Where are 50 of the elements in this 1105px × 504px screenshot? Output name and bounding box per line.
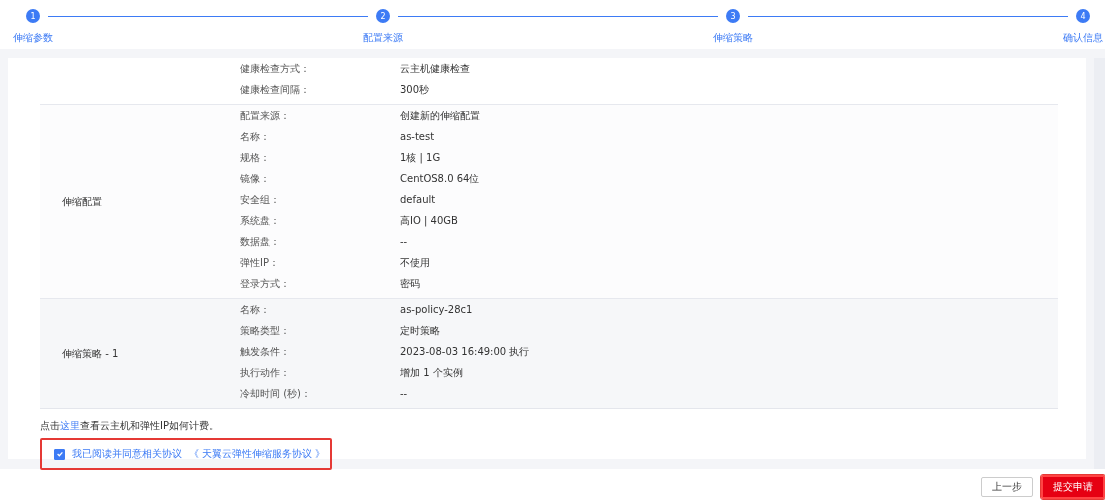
field-value: CentOS8.0 64位 <box>400 171 480 186</box>
field-label: 策略类型： <box>240 323 291 338</box>
section-label: 伸缩配置 <box>62 194 102 209</box>
field-value: 300秒 <box>400 82 430 97</box>
step-number: 2 <box>376 9 390 23</box>
step-label: 伸缩参数 <box>13 31 53 45</box>
field-value: 增加 1 个实例 <box>400 365 463 380</box>
field-label: 弹性IP： <box>240 255 280 270</box>
agreement-link[interactable]: 《 天翼云弹性伸缩服务协议 》 <box>189 447 326 461</box>
field-value: 1核 | 1G <box>400 150 441 165</box>
agreement-checkbox[interactable] <box>54 448 65 460</box>
field-label: 配置来源： <box>240 108 291 123</box>
agreement-label: 我已阅读并同意相关协议 <box>72 447 182 461</box>
field-label: 健康检查间隔： <box>240 82 311 97</box>
billing-link[interactable]: 这里 <box>60 420 80 431</box>
field-label: 冷却时间 (秒)： <box>240 386 312 401</box>
step-number: 4 <box>1076 9 1090 23</box>
back-button[interactable]: 上一步 <box>981 476 1033 497</box>
step-label: 确认信息 <box>1063 31 1103 45</box>
field-value: 云主机健康检查 <box>400 61 470 76</box>
field-label: 安全组： <box>240 192 281 207</box>
field-value: 不使用 <box>400 255 430 270</box>
field-value: default <box>400 194 436 205</box>
check-icon <box>55 450 64 458</box>
field-label: 系统盘： <box>240 213 281 228</box>
field-value: 高IO | 40GB <box>400 213 458 228</box>
field-value: 密码 <box>400 276 420 291</box>
field-value: -- <box>400 388 408 399</box>
submit-button[interactable]: 提交申请 <box>1041 474 1105 499</box>
field-value: 定时策略 <box>400 323 440 338</box>
field-label: 规格： <box>240 150 271 165</box>
step-number: 3 <box>726 9 740 23</box>
field-label: 登录方式： <box>240 276 291 291</box>
step-label: 伸缩策略 <box>713 31 753 45</box>
field-value: as-test <box>400 131 435 142</box>
field-label: 数据盘： <box>240 234 281 249</box>
step-number: 1 <box>26 9 40 23</box>
field-label: 健康检查方式： <box>240 61 311 76</box>
field-value: as-policy-28c1 <box>400 304 473 315</box>
field-label: 名称： <box>240 302 271 317</box>
field-label: 镜像： <box>240 171 271 186</box>
field-value: -- <box>400 236 408 247</box>
field-label: 触发条件： <box>240 344 291 359</box>
section-label: 伸缩策略 - 1 <box>62 346 119 361</box>
billing-note: 点击这里查看云主机和弹性IP如何计费。 <box>40 419 220 433</box>
field-value: 2023-08-03 16:49:00 执行 <box>400 344 530 359</box>
field-value: 创建新的伸缩配置 <box>400 108 480 123</box>
field-label: 执行动作： <box>240 365 291 380</box>
field-label: 名称： <box>240 129 271 144</box>
step-label: 配置来源 <box>363 31 403 45</box>
